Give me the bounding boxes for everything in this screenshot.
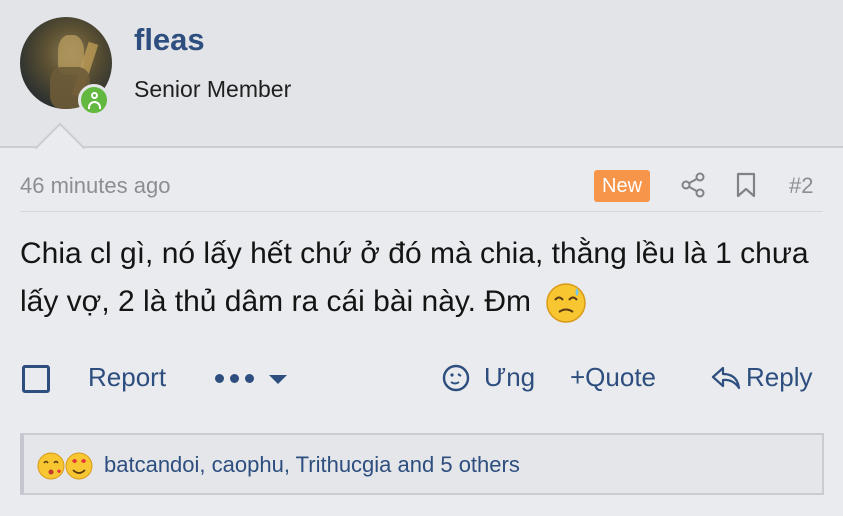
react-button[interactable]: Ưng [484, 362, 535, 393]
quote-button[interactable]: +Quote [570, 362, 656, 393]
bookmark-icon[interactable] [735, 172, 757, 198]
report-link[interactable]: Report [88, 362, 166, 393]
post-text: Chia cl gì, nó lấy hết chứ ở đó mà chia,… [20, 237, 809, 318]
post-meta: 46 minutes ago New #2 [20, 168, 823, 212]
post-number-link[interactable]: #2 [789, 173, 813, 199]
emoji-heart [65, 452, 93, 480]
post-timestamp[interactable]: 46 minutes ago [20, 173, 170, 199]
chevron-down-icon [269, 375, 287, 384]
react-icon[interactable] [442, 363, 472, 393]
share-icon[interactable] [680, 172, 706, 198]
reply-icon[interactable] [711, 364, 741, 392]
emoji-kiss [37, 452, 65, 480]
user-header: fleas Senior Member [0, 0, 843, 148]
user-title: Senior Member [134, 76, 292, 102]
new-badge: New [594, 170, 651, 202]
select-checkbox[interactable] [22, 365, 50, 393]
username-link[interactable]: fleas [134, 22, 205, 58]
post-actions: Report Ưng +Quote Reply [20, 356, 823, 402]
online-status-icon [78, 84, 110, 116]
reactions-bar[interactable]: batcandoi, caophu, Trithucgia and 5 othe… [20, 433, 824, 495]
reactions-list[interactable]: batcandoi, caophu, Trithucgia and 5 othe… [104, 452, 520, 478]
emoji-sweat [546, 283, 587, 323]
reply-button[interactable]: Reply [746, 362, 812, 393]
post-content: Chia cl gì, nó lấy hết chứ ở đó mà chia,… [20, 230, 830, 326]
